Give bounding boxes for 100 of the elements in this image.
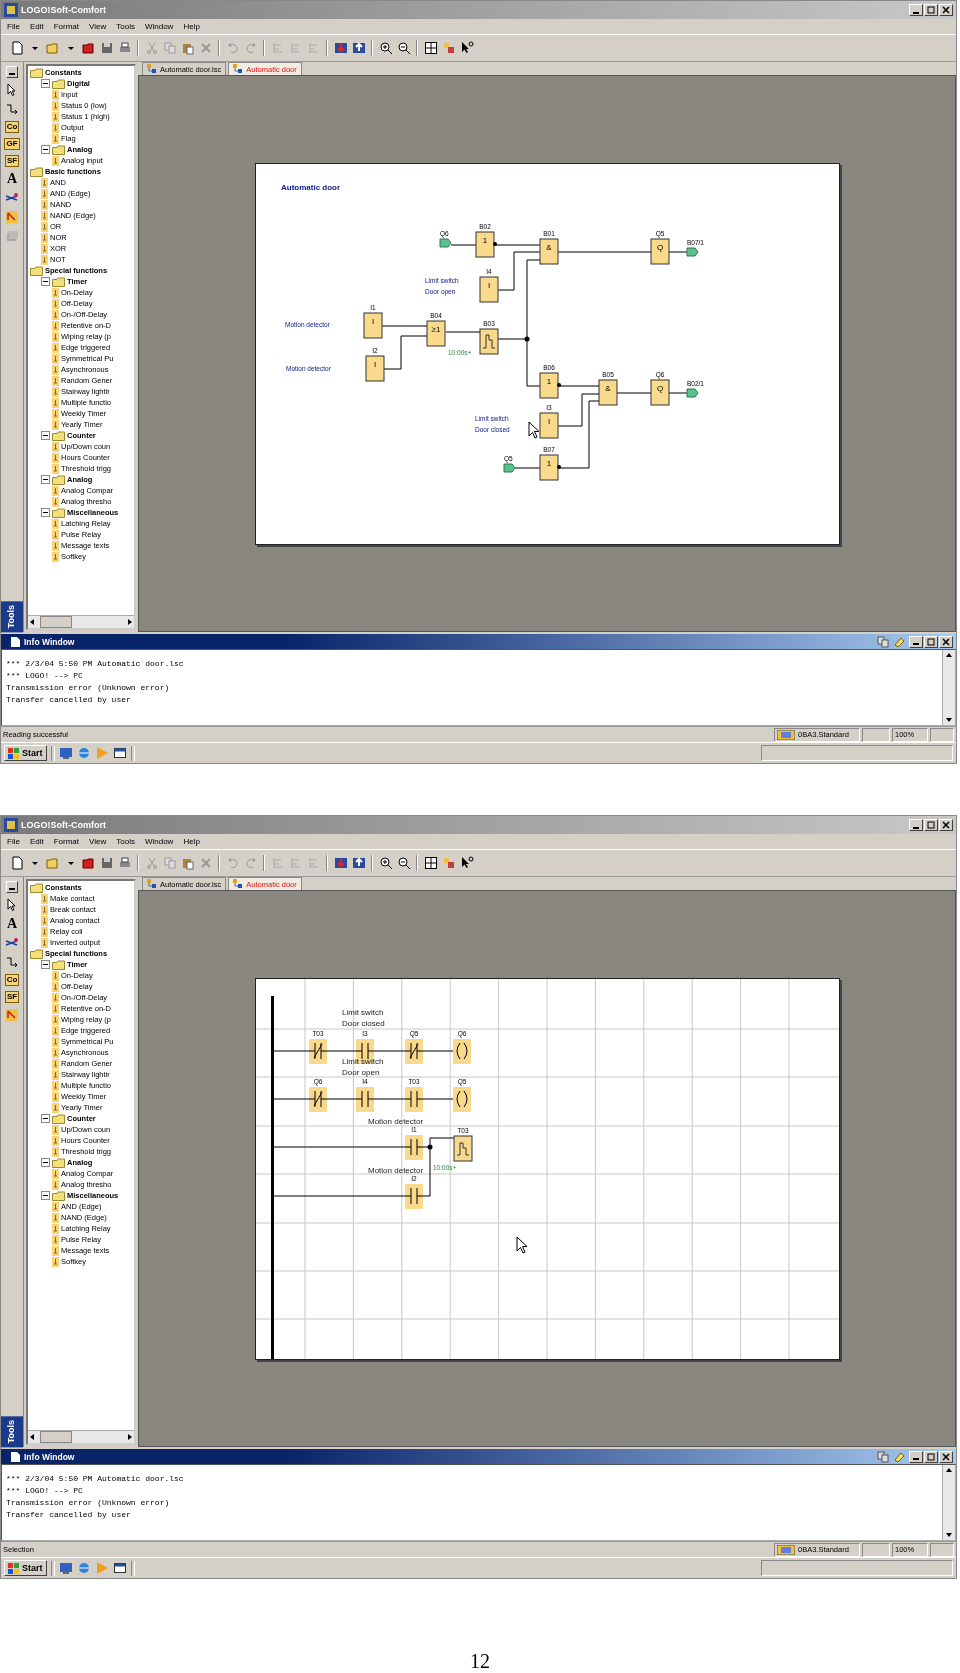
connector-flag[interactable] <box>686 247 698 256</box>
menu-item[interactable]: View <box>89 22 107 31</box>
desktop-icon[interactable] <box>58 1561 73 1575</box>
close-button[interactable] <box>939 1450 953 1463</box>
horizontal-scrollbar[interactable] <box>28 1430 134 1443</box>
relay-coil[interactable] <box>452 1086 471 1112</box>
save-icon[interactable] <box>99 855 114 871</box>
normally-closed-contact[interactable] <box>308 1038 327 1064</box>
maximize-button[interactable] <box>924 635 938 648</box>
function-block[interactable] <box>539 372 561 398</box>
close-button[interactable] <box>939 819 953 831</box>
minimize-button[interactable] <box>909 4 923 16</box>
maximize-button[interactable] <box>924 819 938 831</box>
normally-open-contact[interactable] <box>404 1086 423 1112</box>
menu-item[interactable]: Format <box>53 22 80 31</box>
tool-button[interactable]: SF <box>4 991 20 1003</box>
menu-item[interactable]: Edit <box>29 837 44 846</box>
expand-toggle-icon[interactable] <box>41 960 50 969</box>
minimize-button[interactable] <box>6 881 18 893</box>
close-button[interactable] <box>939 4 953 16</box>
menu-item[interactable]: Window <box>144 22 174 31</box>
connector-icon[interactable] <box>5 102 19 116</box>
menu-item[interactable]: File <box>7 22 20 31</box>
eraser-icon[interactable] <box>893 635 905 648</box>
upload-icon[interactable] <box>351 40 366 56</box>
connector-flag[interactable] <box>439 238 451 247</box>
copy-icon[interactable] <box>877 635 889 648</box>
maximize-button[interactable] <box>924 1450 938 1463</box>
folder-icon[interactable] <box>81 855 96 871</box>
scrollbar-thumb[interactable] <box>40 616 72 628</box>
expand-toggle-icon[interactable] <box>41 475 50 484</box>
browser-icon[interactable] <box>76 1561 91 1575</box>
tool-button[interactable]: Co <box>4 974 20 986</box>
connector-flag[interactable] <box>503 463 515 472</box>
connector-icon[interactable] <box>5 955 19 969</box>
expand-toggle-icon[interactable] <box>41 277 50 286</box>
close-button[interactable] <box>939 635 953 648</box>
help-pointer-icon[interactable] <box>459 855 474 871</box>
menu-item[interactable]: Tools <box>116 22 135 31</box>
normally-open-contact[interactable] <box>404 1183 423 1209</box>
tool-button[interactable]: SF <box>4 155 20 167</box>
folder-icon[interactable] <box>81 40 96 56</box>
new-document-icon[interactable] <box>9 40 24 56</box>
copy-icon[interactable] <box>877 1450 889 1463</box>
new-document-icon[interactable] <box>9 855 24 871</box>
text-tool-button[interactable]: A <box>6 917 18 931</box>
expand-toggle-icon[interactable] <box>41 508 50 517</box>
minimize-button[interactable] <box>909 635 923 648</box>
expand-toggle-icon[interactable] <box>41 1114 50 1123</box>
browser-icon[interactable] <box>76 746 91 760</box>
zoom-out-icon[interactable] <box>396 855 411 871</box>
expand-toggle-icon[interactable] <box>41 431 50 440</box>
start-button[interactable]: Start <box>4 745 47 761</box>
normally-closed-contact[interactable] <box>404 1038 423 1064</box>
normally-open-contact[interactable] <box>355 1086 374 1112</box>
zoom-in-icon[interactable] <box>378 855 393 871</box>
desktop-icon[interactable] <box>58 746 73 760</box>
download-icon[interactable] <box>333 40 348 56</box>
tool-button[interactable]: Co <box>4 121 20 133</box>
function-block[interactable] <box>475 231 497 257</box>
expand-toggle-icon[interactable] <box>41 79 50 88</box>
help-pointer-icon[interactable] <box>459 40 474 56</box>
menu-item[interactable]: View <box>89 837 107 846</box>
function-block[interactable] <box>539 454 561 480</box>
menu-item[interactable]: File <box>7 837 20 846</box>
scrollbar-thumb[interactable] <box>40 1431 72 1443</box>
tool-button[interactable]: GF <box>4 138 20 150</box>
grid-icon[interactable] <box>423 855 438 871</box>
network-icon[interactable] <box>5 210 19 224</box>
save-icon[interactable] <box>99 40 114 56</box>
network-icon[interactable] <box>5 1008 19 1022</box>
text-tool-button[interactable]: A <box>6 172 18 186</box>
menu-item[interactable]: Tools <box>116 837 135 846</box>
start-button[interactable]: Start <box>4 1560 47 1576</box>
relay-coil[interactable] <box>452 1038 471 1064</box>
menu-item[interactable]: Edit <box>29 22 44 31</box>
timer-block[interactable] <box>453 1135 472 1161</box>
expand-toggle-icon[interactable] <box>41 1158 50 1167</box>
window-icon[interactable] <box>112 746 127 760</box>
vertical-scrollbar[interactable] <box>942 1465 955 1540</box>
zoom-out-icon[interactable] <box>396 40 411 56</box>
maximize-button[interactable] <box>924 4 938 16</box>
expand-toggle-icon[interactable] <box>41 1191 50 1200</box>
minimize-button[interactable] <box>6 66 18 78</box>
horizontal-scrollbar[interactable] <box>28 615 134 628</box>
connector-flag[interactable] <box>686 388 698 397</box>
download-icon[interactable] <box>333 855 348 871</box>
grid-icon[interactable] <box>423 40 438 56</box>
window-icon[interactable] <box>112 1561 127 1575</box>
menu-item[interactable]: Help <box>183 22 200 31</box>
menu-item[interactable]: Help <box>183 837 200 846</box>
upload-icon[interactable] <box>351 855 366 871</box>
minimize-button[interactable] <box>909 819 923 831</box>
timer-block[interactable] <box>479 328 498 354</box>
zoom-in-icon[interactable] <box>378 40 393 56</box>
eraser-icon[interactable] <box>893 1450 905 1463</box>
expand-toggle-icon[interactable] <box>41 145 50 154</box>
menu-item[interactable]: Format <box>53 837 80 846</box>
normally-closed-contact[interactable] <box>308 1086 327 1112</box>
vertical-scrollbar[interactable] <box>942 650 955 725</box>
